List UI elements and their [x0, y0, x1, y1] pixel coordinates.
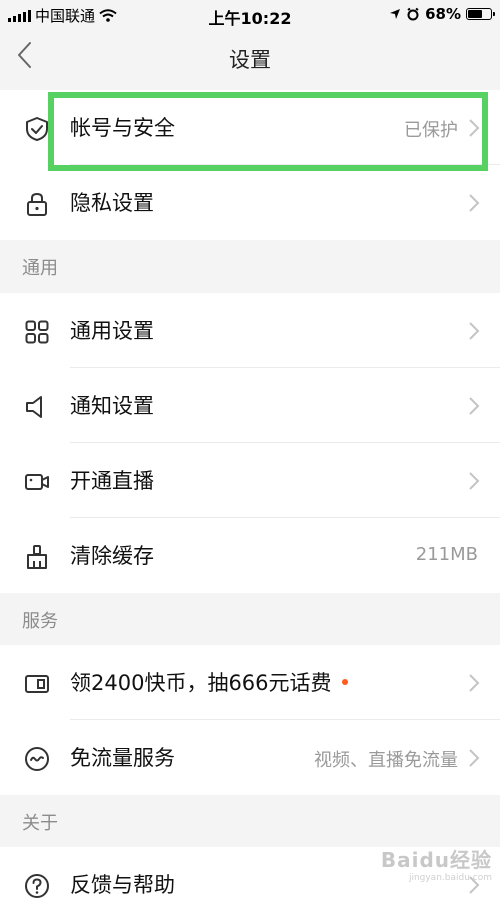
chevron-right-icon [469, 194, 480, 212]
shield-check-icon [26, 117, 48, 141]
row-label: 通知设置 [70, 394, 154, 418]
highlight-box [48, 92, 488, 171]
open-live-row[interactable]: 开通直播 [0, 443, 500, 518]
services-group: 领2400快币，抽666元话费 免流量服务 视频、直播免流量 [0, 645, 500, 795]
battery-percent: 68% [425, 5, 461, 23]
section-header-services: 服务 [0, 593, 500, 645]
status-right: 68% [389, 5, 495, 23]
section-title: 关于 [22, 813, 58, 834]
row-label: 领2400快币，抽666元话费 [70, 667, 348, 697]
wave-circle-icon [25, 747, 49, 771]
row-label: 隐私设置 [70, 191, 154, 215]
free-data-row[interactable]: 免流量服务 视频、直播免流量 [0, 720, 500, 795]
watermark-logo: Baidu经验 [380, 848, 492, 872]
general-group: 通用设置 通知设置 开通直播 清除缓存 211MB [0, 293, 500, 593]
watermark-url: jingyan.baidu.com [408, 873, 492, 883]
badge-dot [341, 679, 348, 685]
clear-cache-row[interactable]: 清除缓存 211MB [0, 518, 500, 593]
row-label: 开通直播 [70, 469, 154, 493]
watermark: Baidu经验 jingyan.baidu.com [381, 844, 492, 883]
battery-icon [466, 8, 495, 20]
section-header-general: 通用 [0, 240, 500, 292]
speaker-icon [26, 396, 42, 418]
status-bar: 中国联通 上午10:22 68% [0, 0, 500, 30]
row-label: 清除缓存 [70, 544, 154, 568]
lock-icon [27, 192, 47, 216]
general-settings-row[interactable]: 通用设置 [0, 293, 500, 368]
section-header-about: 关于 [0, 795, 500, 847]
section-title: 服务 [22, 611, 58, 632]
broom-icon [27, 545, 47, 569]
chevron-right-icon [469, 674, 480, 692]
chevron-right-icon [469, 397, 480, 415]
video-camera-icon [25, 474, 49, 490]
nav-bar: 设置 [0, 30, 500, 84]
section-title: 通用 [22, 258, 58, 279]
chevron-right-icon [469, 322, 480, 340]
row-label: 反馈与帮助 [70, 873, 175, 897]
location-arrow-icon [390, 9, 401, 19]
coins-promo-row[interactable]: 领2400快币，抽666元话费 [0, 645, 500, 720]
row-label: 通用设置 [70, 319, 154, 343]
row-value: 视频、直播免流量 [314, 750, 458, 771]
grid-icon [25, 320, 49, 344]
notification-settings-row[interactable]: 通知设置 [0, 368, 500, 443]
privacy-settings-row[interactable]: 隐私设置 [0, 165, 500, 240]
alarm-icon [407, 7, 419, 21]
coupon-icon [25, 675, 49, 693]
cache-size-value: 211MB [415, 544, 478, 565]
question-icon [25, 874, 49, 898]
row-label: 免流量服务 [70, 746, 175, 770]
chevron-right-icon [469, 749, 480, 767]
chevron-right-icon [469, 472, 480, 490]
page-title: 设置 [229, 48, 271, 72]
